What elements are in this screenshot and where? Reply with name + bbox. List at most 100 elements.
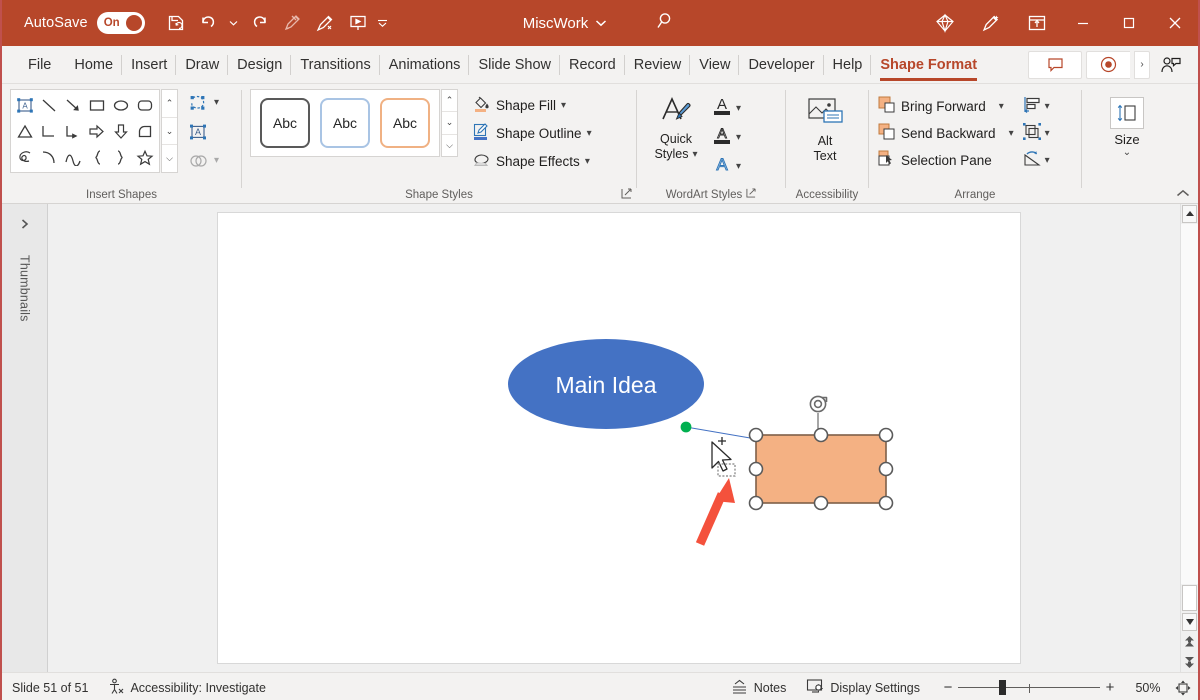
display-settings-button[interactable]: Display Settings: [796, 673, 930, 700]
curve-icon[interactable]: [61, 144, 85, 170]
tab-transitions[interactable]: Transitions: [291, 46, 379, 84]
style-scroll-down[interactable]: ⌄: [442, 112, 457, 134]
document-title[interactable]: MiscWork: [523, 15, 589, 32]
slide-content[interactable]: Main Idea: [218, 213, 1022, 665]
zoom-out-button[interactable]: −: [938, 679, 958, 696]
tab-help[interactable]: Help: [824, 46, 872, 84]
scroll-down-button[interactable]: [1182, 613, 1197, 631]
tab-developer[interactable]: Developer: [739, 46, 823, 84]
text-outline-caret[interactable]: ▾: [736, 132, 741, 143]
gallery-scroll-up[interactable]: ⌃: [162, 90, 177, 118]
bring-forward-caret[interactable]: ▾: [999, 101, 1004, 112]
slide-surface[interactable]: Main Idea: [217, 212, 1021, 664]
share-person-icon[interactable]: [1154, 51, 1188, 79]
tab-home[interactable]: Home: [65, 46, 122, 84]
edit-shape-button[interactable]: ▾: [184, 89, 219, 116]
text-box-button[interactable]: A: [184, 118, 219, 145]
wordart-quick-styles-button[interactable]: Quick Styles ▾: [645, 89, 707, 162]
undo-icon[interactable]: [194, 8, 224, 38]
quick-styles-caret[interactable]: ▾: [693, 147, 698, 162]
text-fill-caret[interactable]: ▾: [736, 103, 741, 114]
save-icon[interactable]: [161, 8, 191, 38]
tab-view[interactable]: View: [690, 46, 739, 84]
group-objects-button[interactable]: ▾: [1022, 121, 1050, 146]
shape-effects-button[interactable]: Shape Effects ▾: [468, 149, 596, 174]
elbow-connector-icon[interactable]: [37, 118, 61, 144]
rectangle-icon[interactable]: [85, 92, 109, 118]
fit-to-window-icon[interactable]: [1168, 679, 1198, 697]
wordart-dialog-launcher[interactable]: [746, 188, 756, 202]
shape-fill-caret[interactable]: ▾: [561, 100, 566, 111]
rotate-objects-caret[interactable]: ▾: [1045, 155, 1050, 166]
ink-highlighter-icon[interactable]: [310, 8, 340, 38]
autosave-control[interactable]: AutoSave On: [24, 12, 145, 34]
bring-forward-button[interactable]: Bring Forward ▾: [877, 94, 1014, 119]
title-dropdown-caret[interactable]: [595, 19, 607, 27]
shape-styles-dialog-launcher[interactable]: [621, 188, 632, 202]
line-arrow-icon[interactable]: [61, 92, 85, 118]
zoom-slider-track[interactable]: [958, 681, 1100, 695]
search-icon[interactable]: [655, 10, 677, 37]
shape-effects-caret[interactable]: ▾: [585, 156, 590, 167]
slide-counter[interactable]: Slide 51 of 51: [2, 673, 98, 700]
alt-text-button[interactable]: Alt Text: [794, 89, 856, 164]
edit-shape-caret[interactable]: ▾: [214, 97, 219, 108]
tab-review[interactable]: Review: [625, 46, 691, 84]
shape-style-thumb-3[interactable]: Abc: [380, 98, 430, 148]
text-outline-button[interactable]: A ▾: [711, 124, 741, 151]
text-fill-button[interactable]: A ▾: [711, 95, 741, 122]
text-box-icon[interactable]: A: [13, 92, 37, 118]
rounded-rectangle-icon[interactable]: [133, 92, 157, 118]
accessibility-status[interactable]: Accessibility: Investigate: [98, 673, 275, 700]
record-icon[interactable]: [1086, 51, 1130, 79]
maximize-button[interactable]: [1106, 0, 1152, 46]
send-backward-button[interactable]: Send Backward ▾: [877, 121, 1014, 146]
size-button[interactable]: Size ⌄: [1097, 89, 1157, 158]
thumbnails-panel[interactable]: Thumbnails: [2, 204, 48, 672]
shape-outline-button[interactable]: Shape Outline ▾: [468, 121, 596, 146]
ribbon-display-icon[interactable]: [1014, 0, 1060, 46]
scrollbar-track[interactable]: [1181, 224, 1198, 584]
merge-shapes-caret[interactable]: ▾: [214, 155, 219, 166]
slide-canvas-area[interactable]: Main Idea: [48, 204, 1180, 672]
designer-pen-icon[interactable]: [968, 0, 1014, 46]
down-arrow-icon[interactable]: [109, 118, 133, 144]
notes-button[interactable]: Notes: [721, 673, 797, 700]
gallery-more-button[interactable]: ⌵: [162, 145, 177, 172]
arc-icon[interactable]: [37, 144, 61, 170]
shape-outline-caret[interactable]: ▾: [587, 128, 592, 139]
redo-icon[interactable]: [244, 8, 274, 38]
tab-draw[interactable]: Draw: [176, 46, 228, 84]
record-dropdown-caret[interactable]: ›: [1134, 51, 1150, 79]
elbow-arrow-connector-icon[interactable]: [61, 118, 85, 144]
autosave-toggle[interactable]: On: [97, 12, 145, 34]
undo-dropdown-caret[interactable]: [227, 8, 241, 38]
align-objects-caret[interactable]: ▾: [1045, 101, 1050, 112]
style-scroll-up[interactable]: ⌃: [442, 90, 457, 112]
vertical-scrollbar[interactable]: [1180, 204, 1198, 672]
ink-pen-icon[interactable]: [277, 8, 307, 38]
zoom-slider[interactable]: − +: [930, 679, 1128, 696]
rotate-objects-button[interactable]: ▾: [1022, 148, 1050, 173]
shape-style-thumb-2[interactable]: Abc: [320, 98, 370, 148]
shapes-gallery[interactable]: A: [10, 89, 160, 173]
group-objects-caret[interactable]: ▾: [1045, 128, 1050, 139]
triangle-icon[interactable]: [13, 118, 37, 144]
customize-qat-icon[interactable]: [376, 8, 390, 38]
tab-animations[interactable]: Animations: [380, 46, 470, 84]
scribble-icon[interactable]: [13, 144, 37, 170]
start-presentation-icon[interactable]: [343, 8, 373, 38]
shape-fill-button[interactable]: Shape Fill ▾: [468, 93, 596, 118]
star-icon[interactable]: [133, 144, 157, 170]
text-effects-caret[interactable]: ▾: [736, 161, 741, 172]
shapes-gallery-scroll[interactable]: ⌃ ⌄ ⌵: [161, 89, 178, 173]
size-caret[interactable]: ⌄: [1123, 147, 1131, 158]
minimize-button[interactable]: [1060, 0, 1106, 46]
zoom-level-label[interactable]: 50%: [1128, 681, 1168, 695]
shape-style-thumb-1[interactable]: Abc: [260, 98, 310, 148]
align-objects-button[interactable]: ▾: [1022, 94, 1050, 119]
pie-shape-icon[interactable]: [133, 118, 157, 144]
style-more-button[interactable]: ⌵: [442, 135, 457, 156]
tab-shape-format[interactable]: Shape Format: [871, 46, 986, 84]
tab-record[interactable]: Record: [560, 46, 625, 84]
